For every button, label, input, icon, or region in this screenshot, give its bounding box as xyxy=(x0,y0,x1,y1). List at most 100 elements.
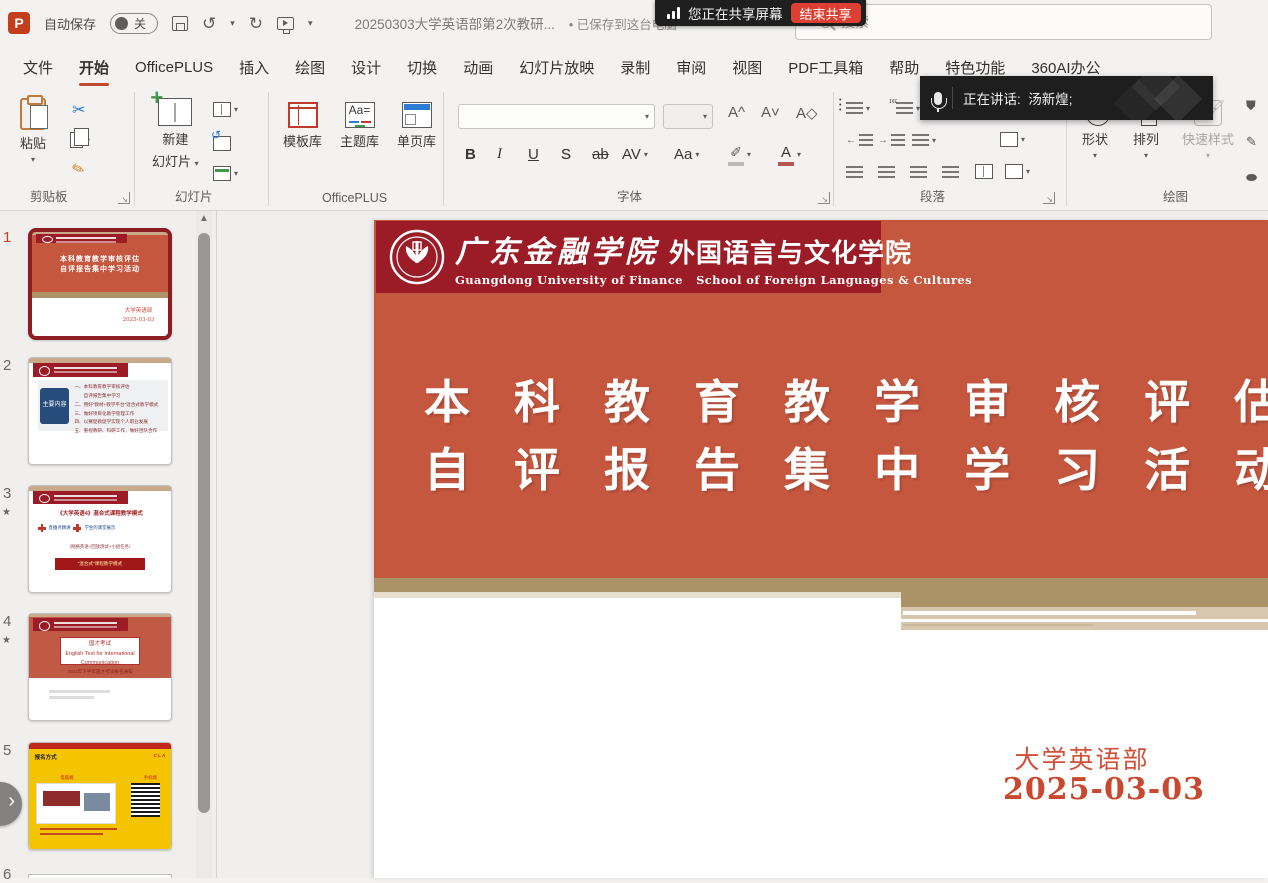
page-library-button[interactable]: 单页库 xyxy=(397,102,436,150)
slide-title[interactable]: 本 科 教 育 教 学 审 核 评 估 自 评 报 告 集 中 学 习 活 动 xyxy=(424,368,1268,504)
clipboard-dialog-launcher[interactable] xyxy=(118,192,130,204)
undo-dropdown-chevron-icon[interactable]: ▾ xyxy=(230,18,235,29)
justify-button[interactable] xyxy=(942,166,959,179)
italic-button[interactable]: I xyxy=(497,146,502,163)
eraser-icon[interactable]: ⬬ xyxy=(1246,170,1264,186)
highlight-button[interactable]: ✐ ▾ xyxy=(728,144,751,166)
columns-button[interactable] xyxy=(975,164,993,179)
save-icon[interactable] xyxy=(172,16,188,31)
grow-font-button[interactable]: A^ xyxy=(728,104,745,121)
font-group-label: 字体 xyxy=(617,186,642,205)
copy-button[interactable]: ▾ xyxy=(70,132,90,148)
thumb2-content-box: 主要内容 xyxy=(40,388,68,424)
align-right-icon xyxy=(910,166,927,179)
menu-design[interactable]: 设计 xyxy=(338,51,394,84)
paste-button[interactable]: 粘贴 ▾ xyxy=(20,98,46,164)
menu-review[interactable]: 审阅 xyxy=(663,51,719,84)
section-button[interactable]: ▾ xyxy=(213,166,238,181)
panel-collapse-handle[interactable] xyxy=(0,782,22,826)
menu-insert[interactable]: 插入 xyxy=(226,51,282,84)
paste-icon xyxy=(20,98,46,130)
slides-group-label: 幻灯片 xyxy=(175,186,213,205)
slide-thumbnail-5[interactable]: 报名方式 C L A 电脑端 手机端 xyxy=(28,742,172,850)
current-slide[interactable]: 广东金融学院 外国语言与文化学院 Guangdong University of… xyxy=(374,220,1268,878)
smartart-convert-button[interactable]: ▾ xyxy=(1005,164,1030,179)
slide-thumbnail-4[interactable]: 国才考试 English Test for International Comm… xyxy=(28,613,172,721)
decrease-indent-button[interactable]: ← xyxy=(846,134,873,147)
text-shadow-button[interactable]: S xyxy=(561,146,571,163)
template-library-button[interactable]: 模板库 xyxy=(283,102,322,150)
line-spacing-button[interactable]: ▾ xyxy=(912,134,936,147)
slide-thumbnail-1[interactable]: 本科教育教学审核评估 自评报告集中学习活动 大学英语部 2025-03-03 xyxy=(28,228,172,340)
menu-record[interactable]: 录制 xyxy=(607,51,663,84)
menu-view[interactable]: 视图 xyxy=(719,51,775,84)
font-dialog-launcher[interactable] xyxy=(818,192,830,204)
shape-fill-icon[interactable]: ⛊ xyxy=(1246,98,1264,114)
underline-button[interactable]: U xyxy=(528,146,539,163)
university-header-band: 广东金融学院 外国语言与文化学院 Guangdong University of… xyxy=(376,221,881,293)
slide-thumbnail-6-partial[interactable] xyxy=(28,874,172,878)
slide-subtitle-department[interactable]: 大学英语部 xyxy=(982,740,1182,776)
clear-formatting-button[interactable]: A◇ xyxy=(796,104,818,122)
character-spacing-button[interactable]: AV▾ xyxy=(622,146,648,163)
theme-library-button[interactable]: Aa= 主题库 xyxy=(340,102,379,150)
editing-canvas[interactable]: 广东金融学院 外国语言与文化学院 Guangdong University of… xyxy=(217,211,1268,878)
format-painter-button[interactable]: ✎ xyxy=(72,160,85,178)
undo-icon[interactable]: ↺ xyxy=(202,15,216,32)
reset-icon xyxy=(213,136,231,151)
shrink-font-button[interactable]: A˅ xyxy=(761,104,780,121)
change-case-button[interactable]: Aa▾ xyxy=(674,146,699,163)
menu-slideshow[interactable]: 幻灯片放映 xyxy=(506,51,607,84)
slide-thumbnail-2[interactable]: 主要内容 一、本科教育教学审核评估 自评报告集中学习 二、用好“教材+教学平台”… xyxy=(28,357,172,465)
font-name-combo[interactable]: ▾ xyxy=(458,104,655,129)
font-size-combo[interactable]: ▾ xyxy=(663,104,713,129)
scroll-up-arrow-icon[interactable]: ▲ xyxy=(196,213,212,229)
quick-access-chevron-icon[interactable]: ▾ xyxy=(308,18,313,29)
bullets-icon xyxy=(846,102,863,115)
end-share-button[interactable]: 结束共享 xyxy=(791,3,861,23)
scrollbar-thumb[interactable] xyxy=(198,233,210,813)
school-name-en: Guangdong University of Finance xyxy=(455,273,683,287)
menu-pdf-toolbox[interactable]: PDF工具箱 xyxy=(775,51,876,84)
menu-draw[interactable]: 绘图 xyxy=(282,51,338,84)
start-slideshow-icon[interactable] xyxy=(277,17,294,30)
text-direction-icon xyxy=(1000,132,1018,147)
panel-scrollbar[interactable]: ▲ xyxy=(196,211,212,878)
autosave-toggle[interactable]: 关 xyxy=(110,13,158,34)
cut-button[interactable]: ✂ xyxy=(72,100,85,120)
theme-library-icon: Aa= xyxy=(345,102,375,128)
menu-file[interactable]: 文件 xyxy=(10,51,66,84)
share-message: 您正在共享屏幕 xyxy=(688,3,783,23)
menu-animations[interactable]: 动画 xyxy=(450,51,506,84)
paragraph-dialog-launcher[interactable] xyxy=(1043,192,1055,204)
officeplus-group-label: OfficePLUS xyxy=(322,191,387,205)
slide-subtitle-date[interactable]: 2025-03-03 xyxy=(994,772,1214,807)
font-color-button[interactable]: A ▾ xyxy=(778,144,801,166)
bullets-button[interactable]: ▾ xyxy=(846,102,870,115)
powerpoint-app-icon: P xyxy=(8,12,30,34)
increase-indent-button[interactable]: → xyxy=(878,134,905,147)
slide-thumbnail-panel: 1 2 3 ★ 4 ★ 5 6 本科教育教学审核评估 自评报告集中学习活动 大学… xyxy=(0,211,217,878)
align-left-button[interactable] xyxy=(846,166,863,179)
reset-slide-button[interactable] xyxy=(213,136,231,151)
bold-button[interactable]: B xyxy=(465,146,476,163)
font-color-icon: A xyxy=(778,144,794,166)
slide-layout-button[interactable]: ▾ xyxy=(213,102,238,117)
new-slide-button[interactable]: 新建 幻灯片 ▾ xyxy=(152,98,199,170)
align-right-button[interactable] xyxy=(910,166,927,179)
align-center-button[interactable] xyxy=(878,166,895,179)
menu-home[interactable]: 开始 xyxy=(66,51,122,84)
menu-transitions[interactable]: 切换 xyxy=(394,51,450,84)
strikethrough-button[interactable]: ab xyxy=(592,146,609,163)
speaking-label: 正在讲话: xyxy=(963,92,1021,107)
redo-icon[interactable]: ↻ xyxy=(249,15,263,32)
shape-outline-icon[interactable]: ✎ xyxy=(1246,134,1264,150)
slide-number-1: 1 xyxy=(3,229,11,246)
text-direction-button[interactable]: ▾ xyxy=(1000,132,1025,147)
columns-icon xyxy=(975,164,993,179)
signal-bars-icon xyxy=(667,7,680,19)
slide-thumbnail-3[interactable]: 《大学英语4》混合式课程教学模式 直播点精讲 学生的课堂展示 （网络英语+回放测… xyxy=(28,485,172,593)
slide-number-5: 5 xyxy=(3,742,11,759)
numbering-button[interactable]: ▾ xyxy=(896,102,920,115)
menu-officeplus[interactable]: OfficePLUS xyxy=(122,53,226,82)
